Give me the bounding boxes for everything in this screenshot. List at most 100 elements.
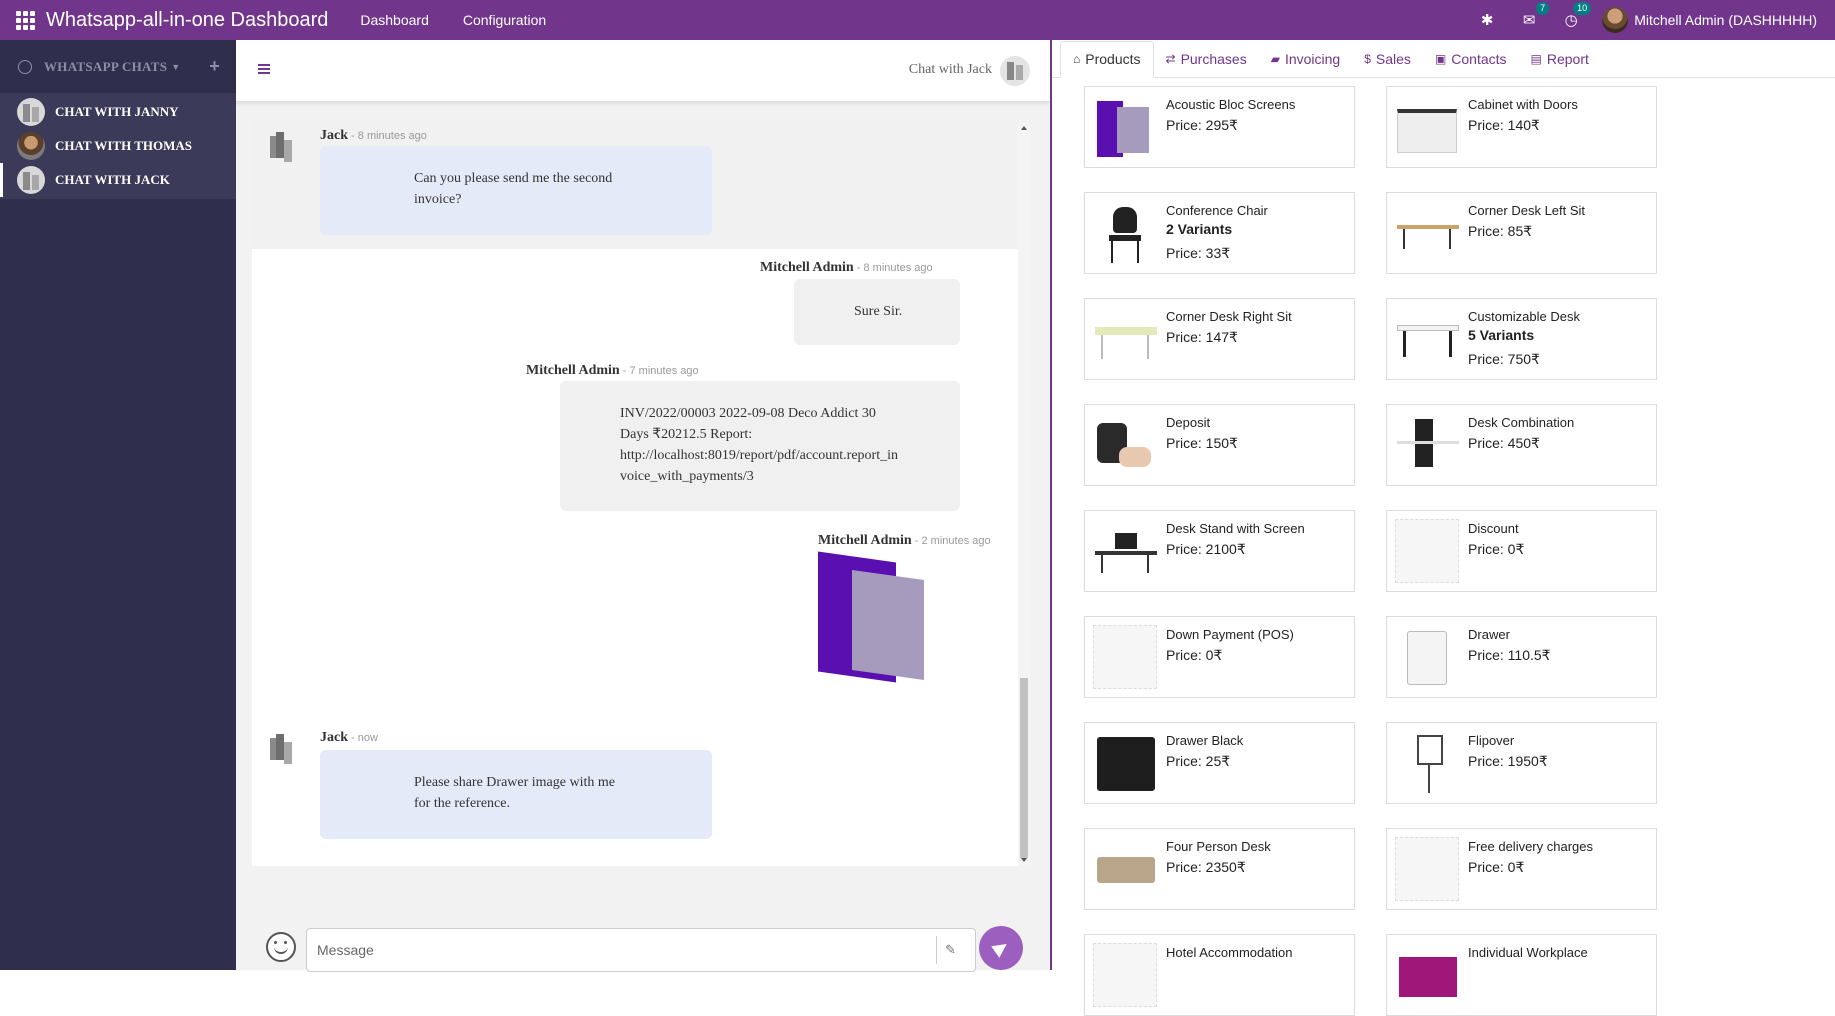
product-card[interactable]: Four Person Desk Price: 2350₹ — [1084, 828, 1355, 910]
placeholder-image — [1395, 837, 1459, 901]
product-image — [1395, 95, 1459, 159]
product-card[interactable]: Customizable Desk 5 Variants Price: 750₹ — [1386, 298, 1657, 380]
tab-report[interactable]: ▤ Report — [1519, 42, 1601, 77]
product-name: Customizable Desk — [1468, 309, 1580, 324]
product-name: Down Payment (POS) — [1166, 627, 1294, 642]
tab-purchases[interactable]: ⇄ Purchases — [1154, 42, 1259, 77]
product-card[interactable]: Acoustic Bloc Screens Price: 295₹ — [1084, 86, 1355, 168]
basket-icon: ⌂ — [1073, 52, 1081, 66]
product-card[interactable]: Individual Workplace — [1386, 934, 1657, 1016]
message-item: Mitchell Admin - 7 minutes ago INV/2022/… — [252, 357, 1018, 527]
scroll-thumb[interactable] — [1020, 678, 1028, 858]
acoustic-screen-image[interactable] — [818, 551, 930, 687]
hamburger-icon[interactable] — [258, 64, 270, 74]
send-button[interactable] — [979, 926, 1023, 970]
message-bubble: Please share Drawer image with me for the… — [320, 750, 712, 839]
product-name: Four Person Desk — [1166, 839, 1271, 854]
chat-label: CHAT WITH JANNY — [55, 104, 179, 119]
chat-badge: 7 — [1536, 2, 1550, 15]
product-name: Flipover — [1468, 733, 1515, 748]
app-title[interactable]: Whatsapp-all-in-one Dashboard — [46, 9, 328, 32]
product-price: Price: 150₹ — [1166, 435, 1238, 451]
activity-badge: 10 — [1573, 2, 1592, 15]
tab-contacts[interactable]: ▣ Contacts — [1423, 42, 1519, 77]
product-price: Price: 0₹ — [1468, 541, 1525, 557]
chat-list: CHAT WITH JANNY CHAT WITH THOMAS CHAT WI… — [0, 93, 236, 199]
product-card[interactable]: Flipover Price: 1950₹ — [1386, 722, 1657, 804]
caret-down-icon[interactable]: ▼ — [171, 62, 180, 72]
product-card[interactable]: Discount Price: 0₹ — [1386, 510, 1657, 592]
chat-sidebar: WHATSAPP CHATS ▼ + CHAT WITH JANNY CHAT … — [0, 40, 236, 970]
message-bubble: Sure Sir. — [794, 279, 960, 345]
product-price: Price: 147₹ — [1166, 329, 1238, 345]
product-card[interactable]: Corner Desk Left Sit Price: 85₹ — [1386, 192, 1657, 274]
emoji-icon[interactable] — [266, 932, 296, 962]
chat-panel: Chat with Jack Jack - 8 minutes ago Can … — [236, 40, 1050, 972]
contact-avatar — [1000, 56, 1030, 86]
paperclip-icon[interactable]: ✎ — [936, 936, 964, 964]
product-name: Desk Stand with Screen — [1166, 521, 1305, 536]
product-price: Price: 110.5₹ — [1468, 647, 1551, 663]
chat-label: CHAT WITH JACK — [55, 172, 170, 187]
placeholder-image — [1093, 625, 1157, 689]
product-image — [1395, 413, 1459, 477]
product-price: Price: 450₹ — [1468, 435, 1540, 451]
sidebar-item-janny[interactable]: CHAT WITH JANNY — [0, 95, 236, 129]
product-price: Price: 25₹ — [1166, 753, 1231, 769]
tab-invoicing[interactable]: ▰ Invoicing — [1259, 42, 1353, 77]
dollar-icon: $ — [1364, 52, 1371, 66]
scroll-up-icon[interactable] — [1021, 126, 1027, 130]
scroll-down-icon[interactable] — [1021, 858, 1027, 862]
product-image — [1395, 731, 1459, 795]
avatar — [17, 166, 45, 194]
product-card[interactable]: Hotel Accommodation — [1084, 934, 1355, 1016]
chat-scrollbar[interactable] — [1018, 122, 1030, 866]
product-price: Price: 2350₹ — [1166, 859, 1246, 875]
bug-icon[interactable]: ✱ — [1476, 9, 1498, 31]
product-card[interactable]: Free delivery charges Price: 0₹ — [1386, 828, 1657, 910]
whatsapp-icon — [18, 59, 32, 74]
chat-label: CHAT WITH THOMAS — [55, 138, 193, 153]
exchange-icon: ⇄ — [1165, 52, 1176, 66]
activity-clock-icon[interactable]: ◷ 10 — [1560, 2, 1592, 31]
sidebar-item-thomas[interactable]: CHAT WITH THOMAS — [0, 129, 236, 163]
product-card[interactable]: Cabinet with Doors Price: 140₹ — [1386, 86, 1657, 168]
user-menu[interactable]: Mitchell Admin (DASHHHHH) — [1634, 12, 1817, 28]
user-avatar[interactable] — [1602, 7, 1629, 33]
add-chat-button[interactable]: + — [209, 56, 220, 77]
product-card[interactable]: Desk Combination Price: 450₹ — [1386, 404, 1657, 486]
product-price: Price: 0₹ — [1468, 859, 1525, 875]
tab-sales[interactable]: $ Sales — [1352, 42, 1423, 77]
product-card[interactable]: Drawer Black Price: 25₹ — [1084, 722, 1355, 804]
whatsapp-chats-dropdown[interactable]: WHATSAPP CHATS — [44, 59, 167, 75]
product-card[interactable]: Down Payment (POS) Price: 0₹ — [1084, 616, 1355, 698]
message-input[interactable] — [306, 928, 976, 972]
product-name: Acoustic Bloc Screens — [1166, 97, 1296, 112]
apps-menu-icon[interactable] — [14, 9, 36, 31]
product-name: Discount — [1468, 521, 1519, 536]
sidebar-item-jack[interactable]: CHAT WITH JACK — [0, 163, 236, 197]
product-name: Free delivery charges — [1468, 839, 1593, 854]
avatar — [17, 98, 45, 126]
tab-products[interactable]: ⌂ Products — [1060, 41, 1154, 78]
product-card[interactable]: Conference Chair 2 Variants Price: 33₹ — [1084, 192, 1355, 274]
product-card[interactable]: Drawer Price: 110.5₹ — [1386, 616, 1657, 698]
menu-configuration[interactable]: Configuration — [463, 12, 546, 28]
sidebar-header: WHATSAPP CHATS ▼ + — [0, 40, 236, 93]
product-image — [1093, 519, 1157, 583]
chat-header: Chat with Jack — [236, 40, 1050, 102]
product-price: Price: 750₹ — [1468, 351, 1540, 367]
product-card[interactable]: Corner Desk Right Sit Price: 147₹ — [1084, 298, 1355, 380]
placeholder-image — [1395, 519, 1459, 583]
message-list[interactable]: Jack - 8 minutes ago Can you please send… — [252, 122, 1018, 866]
top-navbar: Whatsapp-all-in-one Dashboard Dashboard … — [0, 0, 1835, 40]
message-sender: Mitchell Admin - 8 minutes ago — [760, 260, 933, 275]
product-card[interactable]: Desk Stand with Screen Price: 2100₹ — [1084, 510, 1355, 592]
product-card[interactable]: Deposit Price: 150₹ — [1084, 404, 1355, 486]
menu-dashboard[interactable]: Dashboard — [360, 12, 429, 28]
avatar — [17, 132, 45, 160]
message-sender: Jack - now — [320, 730, 378, 745]
tab-bar: ⌂ Products ⇄ Purchases ▰ Invoicing $ Sales ▣… — [1052, 40, 1835, 78]
chat-bubbles-icon[interactable]: ✉ 7 — [1518, 2, 1550, 31]
product-image — [1395, 201, 1459, 265]
